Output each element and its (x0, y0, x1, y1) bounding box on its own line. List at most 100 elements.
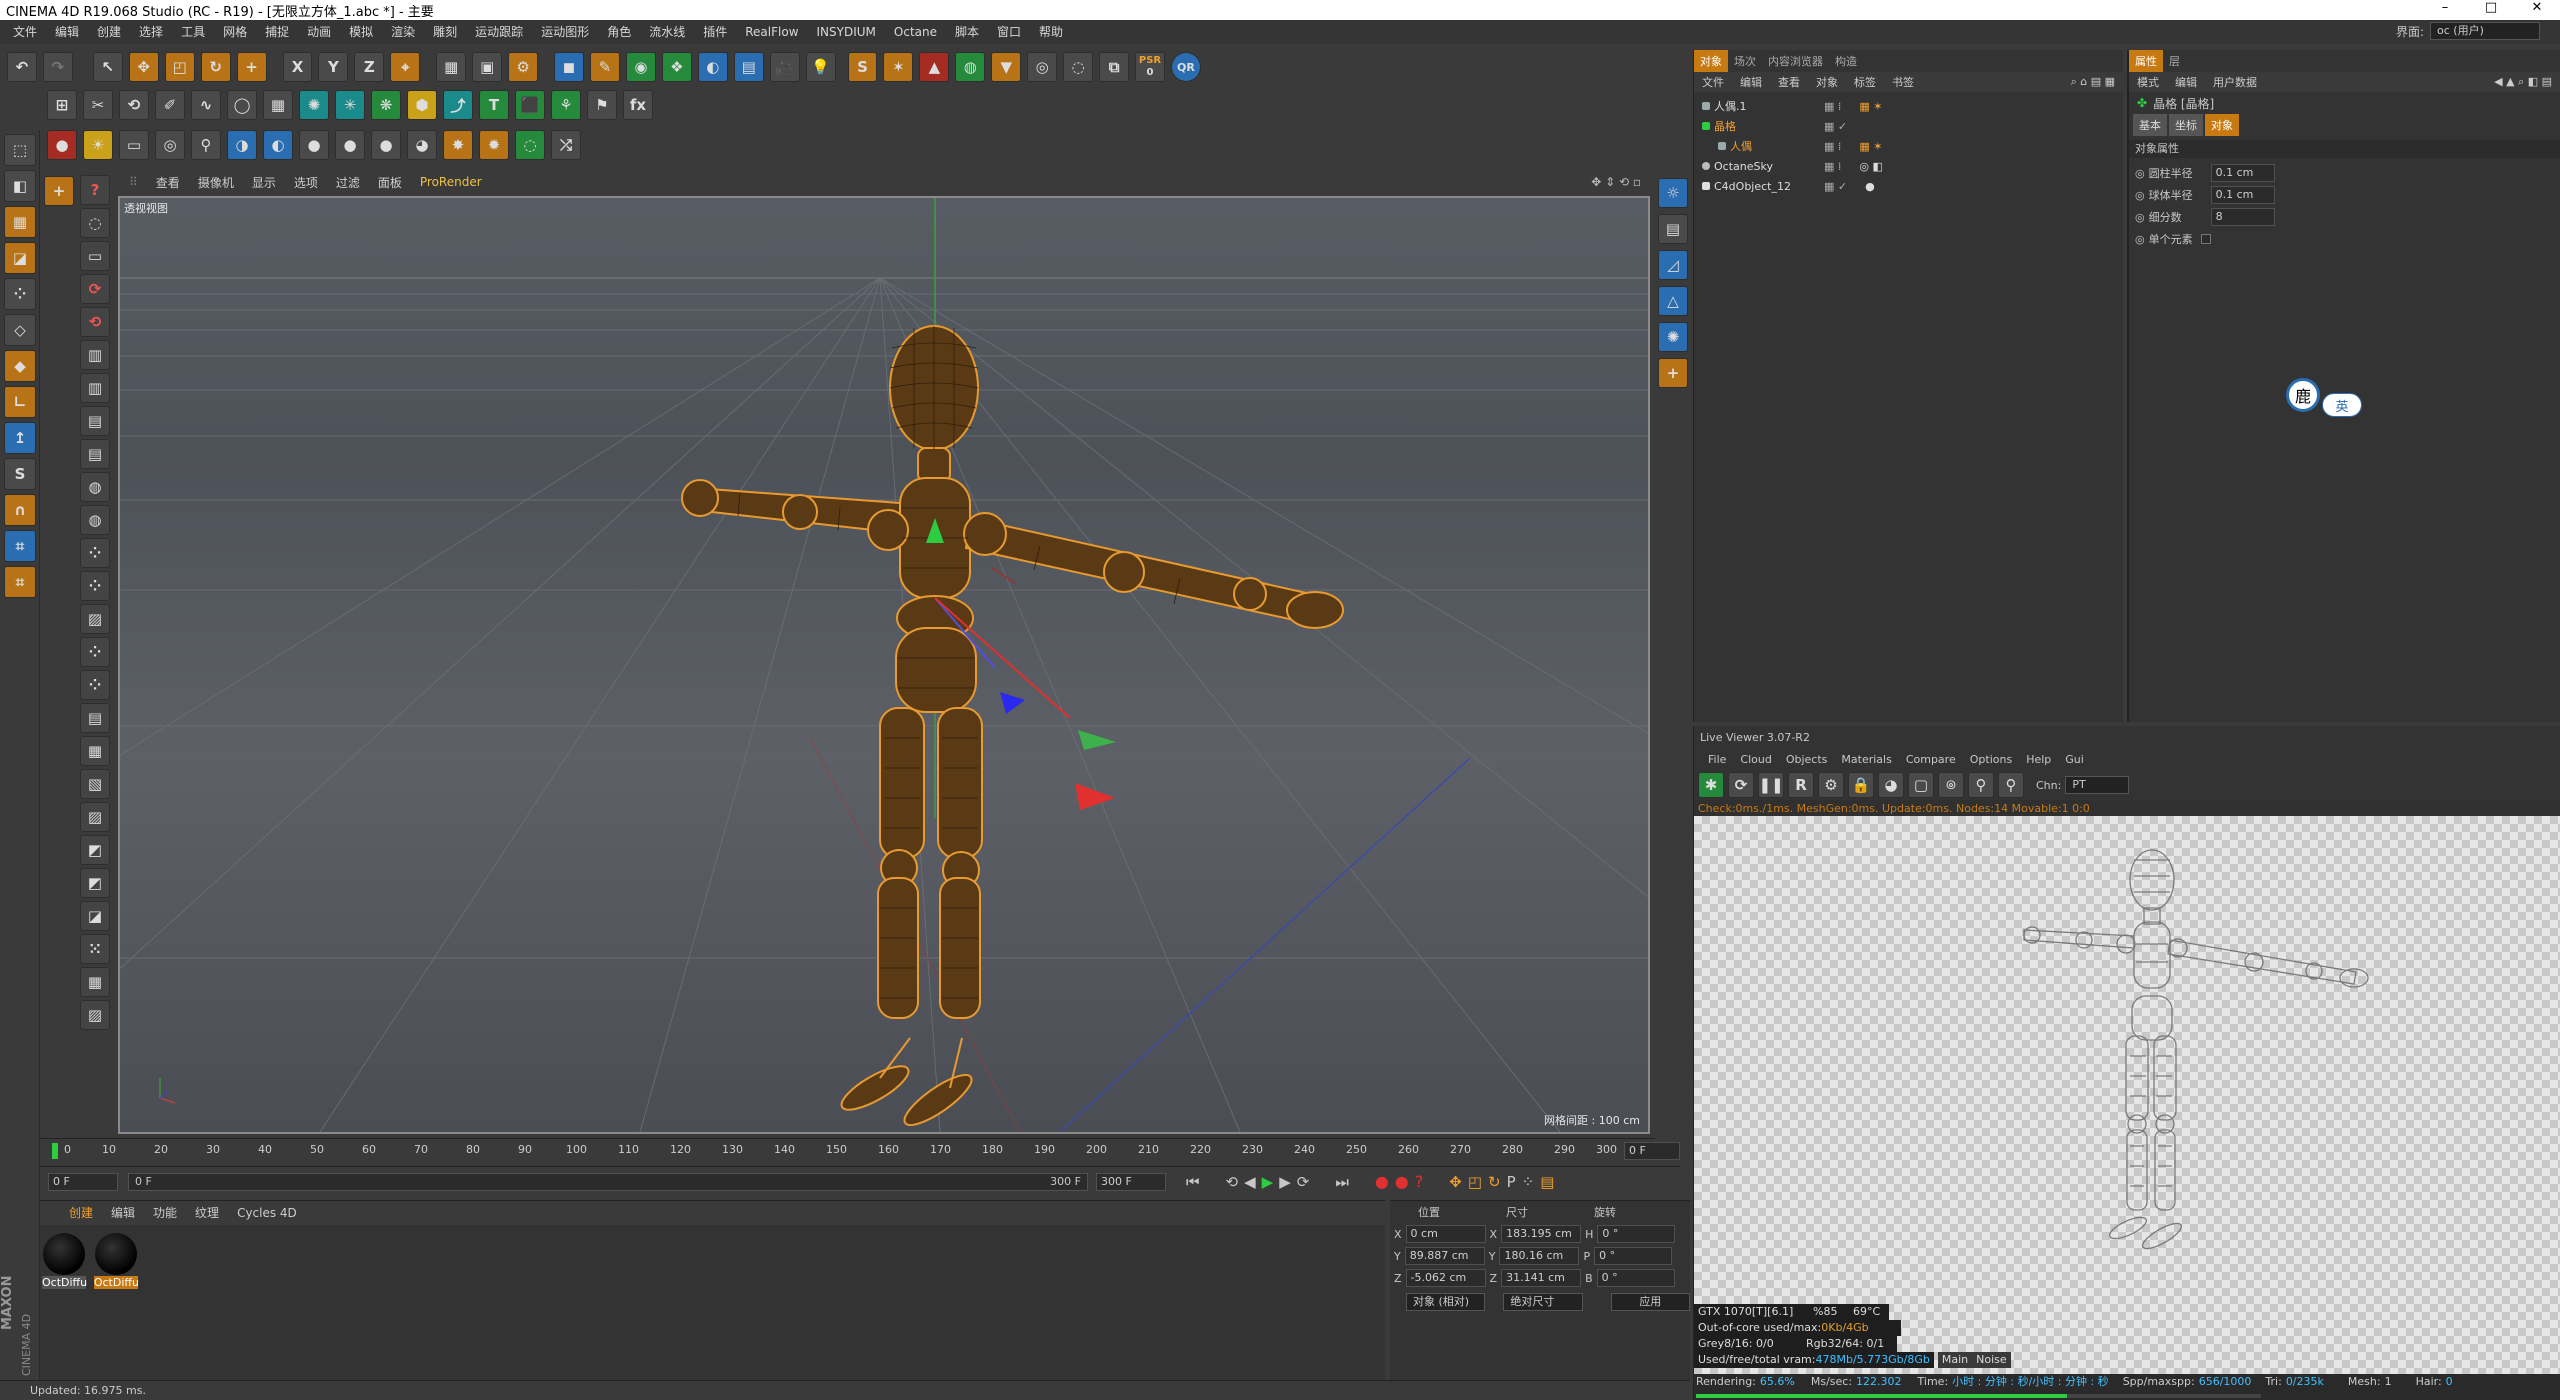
mat-menu-texture[interactable]: 纹理 (186, 1201, 228, 1225)
key-rotation-icon[interactable]: ↻ (1488, 1173, 1501, 1191)
position-x-field[interactable]: 0 cm (1405, 1225, 1486, 1243)
key-scale-icon[interactable]: ◰ (1468, 1173, 1482, 1191)
object-row[interactable]: 人偶.1 ▦ ⁞ ▦ ✶ (1702, 96, 2123, 116)
polygon-mode-icon[interactable]: ⬢ (407, 90, 437, 120)
live-select-icon[interactable]: ◌ (80, 208, 110, 238)
sphere-gen-icon[interactable]: ✺ (299, 90, 329, 120)
tool-4-icon[interactable]: ▤ (80, 439, 110, 469)
menu-snap[interactable]: 捕捉 (256, 20, 298, 44)
menu-character[interactable]: 角色 (598, 20, 640, 44)
tool-8-icon[interactable]: ⁘ (80, 571, 110, 601)
magnet-icon[interactable]: ∩ (4, 494, 36, 526)
octane-s-icon[interactable]: S (847, 52, 878, 82)
array-icon[interactable]: ❖ (661, 52, 692, 82)
size-y-field[interactable]: 180.16 cm (1499, 1247, 1580, 1265)
lv-color-icon[interactable]: ◕ (1878, 772, 1904, 798)
y-axis-icon[interactable]: Y (318, 52, 349, 82)
menu-insydium[interactable]: INSYDIUM (808, 20, 885, 44)
object-tags-icon[interactable]: ▦ ✶ (1859, 100, 1882, 113)
am-menu-edit[interactable]: 编辑 (2167, 74, 2205, 90)
tab-layers[interactable]: 层 (2163, 50, 2186, 72)
visibility-icon[interactable]: ▦ ⁞ (1824, 100, 1841, 113)
subdivision-icon[interactable]: ◉ (625, 52, 656, 82)
object-name[interactable]: 人偶.1 (1714, 98, 1824, 114)
vp-menu-filter[interactable]: 过滤 (327, 174, 369, 191)
menu-realflow[interactable]: RealFlow (736, 20, 807, 44)
sphere-grey-icon[interactable]: ● (299, 130, 329, 160)
channel-select[interactable]: PT (2065, 776, 2130, 794)
rect-select-icon[interactable]: ▭ (80, 241, 110, 271)
menu-octane[interactable]: Octane (885, 20, 946, 44)
axis-icon[interactable]: ∟ (4, 386, 36, 418)
tool-20-icon[interactable]: ▦ (80, 967, 110, 997)
lv-settings-icon[interactable]: ⚙ (1818, 772, 1844, 798)
size-z-field[interactable]: 31.141 cm (1501, 1269, 1582, 1287)
rotation-b-field[interactable]: 0 ° (1596, 1269, 1675, 1287)
mat-menu-function[interactable]: 功能 (144, 1201, 186, 1225)
object-row[interactable]: 晶格 ▦ ✓ (1702, 116, 2123, 136)
x-axis-icon[interactable]: X (282, 52, 313, 82)
visibility-icon[interactable]: ▦ ⁞ (1824, 160, 1841, 173)
plane-icon[interactable]: ⌗ (4, 566, 36, 598)
ime-language-toggle[interactable]: 英 (2322, 393, 2362, 417)
record-icon[interactable]: ● (47, 130, 77, 160)
key-param-icon[interactable]: P (1507, 1173, 1516, 1191)
position-z-field[interactable]: -5.062 cm (1405, 1269, 1486, 1287)
om-search-icon[interactable]: ⌕ ⌂ ▤ ▦ (2063, 75, 2123, 89)
loop-select-icon[interactable]: ⟲ (119, 90, 149, 120)
apply-button[interactable]: 应用 (1610, 1293, 1690, 1311)
sphere-radius-input[interactable]: 0.1 cm (2210, 186, 2275, 204)
object-row[interactable]: C4dObject_12 ▦ ✓ ● (1702, 176, 2123, 196)
tool-12-icon[interactable]: ▤ (80, 703, 110, 733)
pen-icon[interactable]: ✎ (589, 52, 620, 82)
lv-pause-icon[interactable]: ❚❚ (1758, 772, 1784, 798)
circle-select-icon[interactable]: ◯ (227, 90, 257, 120)
tool-15-icon[interactable]: ▨ (80, 802, 110, 832)
add-plus-icon[interactable]: + (44, 176, 74, 206)
interface-select[interactable]: oc (用户) (2430, 22, 2540, 40)
playhead[interactable] (52, 1143, 58, 1159)
tool-9-icon[interactable]: ▨ (80, 604, 110, 634)
next-frame-icon[interactable]: ▶ (1279, 1173, 1291, 1191)
goto-end-icon[interactable]: ⏭ (1335, 1173, 1349, 1191)
texture-icon[interactable]: ▦ (4, 206, 36, 238)
main-tab[interactable]: Main (1937, 1352, 1973, 1368)
radio-icon[interactable]: ◎ (2135, 211, 2145, 224)
size-x-field[interactable]: 183.195 cm (1501, 1225, 1582, 1243)
auto-key-icon[interactable]: ● (1395, 1172, 1409, 1191)
prev-frame-icon[interactable]: ◀ (1244, 1173, 1256, 1191)
tool-5-icon[interactable]: ◍ (80, 472, 110, 502)
object-name[interactable]: C4dObject_12 (1714, 180, 1824, 193)
model-icon[interactable]: ◧ (4, 170, 36, 202)
menu-tools[interactable]: 工具 (172, 20, 214, 44)
picture-viewer-icon[interactable]: ⧉ (1099, 52, 1130, 82)
object-row[interactable]: 人偶 ▦ ⁞ ▦ ✶ (1702, 136, 2123, 156)
render-view-icon[interactable]: ▦ (436, 52, 467, 82)
poly-select-icon[interactable]: ⟲ (80, 307, 110, 337)
viewport-triangle-icon[interactable]: △ (1658, 286, 1688, 316)
menu-script[interactable]: 脚本 (946, 20, 988, 44)
tool-11-icon[interactable]: ⁘ (80, 670, 110, 700)
subtab-coord[interactable]: 坐标 (2169, 114, 2203, 136)
menu-motion-tracking[interactable]: 运动跟踪 (466, 20, 532, 44)
tool-17-icon[interactable]: ◩ (80, 868, 110, 898)
om-menu-tags[interactable]: 标签 (1846, 74, 1884, 90)
redo-icon[interactable]: ↷ (42, 52, 73, 82)
close-button[interactable]: ✕ (2514, 0, 2560, 15)
menu-mesh[interactable]: 网格 (214, 20, 256, 44)
tool-10-icon[interactable]: ⁘ (80, 637, 110, 667)
floor-icon[interactable]: ▤ (733, 52, 764, 82)
ime-deer-icon[interactable]: 鹿 (2286, 378, 2320, 412)
menu-help[interactable]: 帮助 (1030, 20, 1072, 44)
tool-21-icon[interactable]: ▨ (80, 1000, 110, 1030)
tool-16-icon[interactable]: ◩ (80, 835, 110, 865)
camera-icon[interactable]: 🎥 (769, 52, 800, 82)
menu-pipeline[interactable]: 流水线 (640, 20, 694, 44)
cube-add-icon[interactable]: ⬛ (515, 90, 545, 120)
fire-icon[interactable]: ✹ (479, 130, 509, 160)
points-mode-icon[interactable]: ⁘ (4, 278, 36, 310)
object-name[interactable]: 人偶 (1730, 138, 1824, 154)
tab-takes[interactable]: 场次 (1728, 50, 1762, 72)
z-axis-icon[interactable]: Z (354, 52, 385, 82)
octane-tag-icon[interactable]: ✶ (883, 52, 914, 82)
